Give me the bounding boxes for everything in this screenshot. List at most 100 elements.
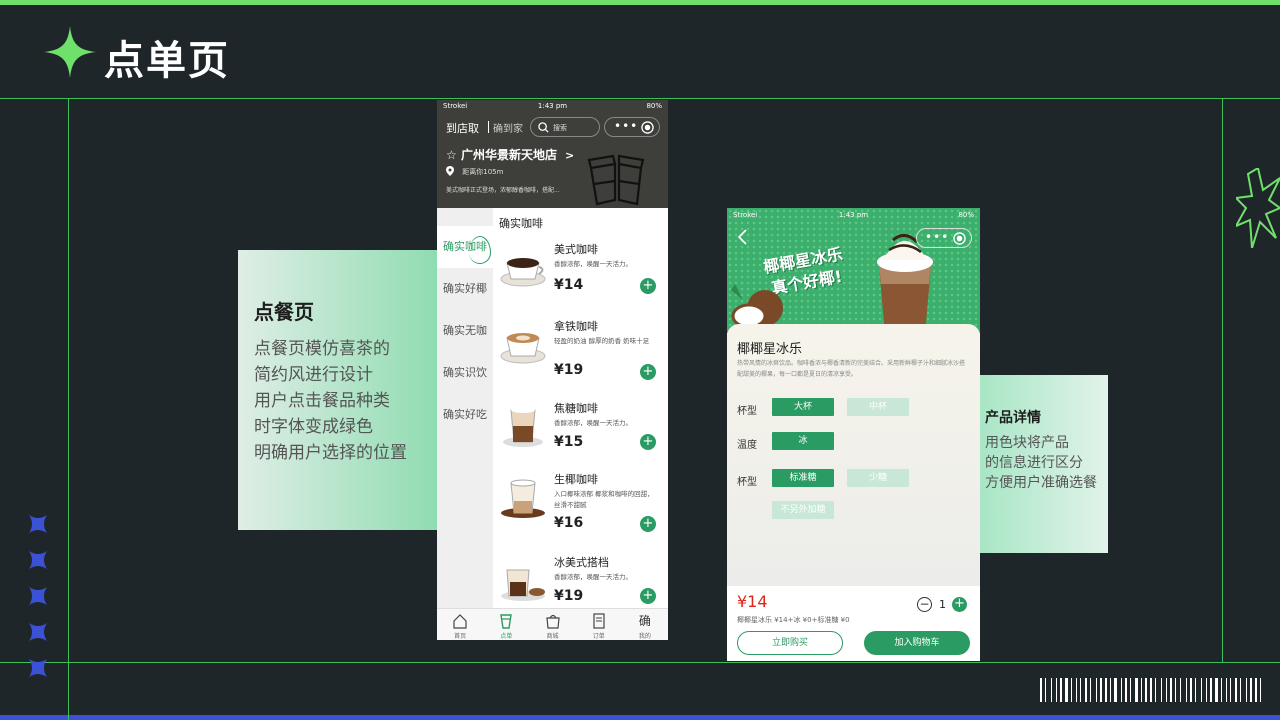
tab-label: 商城 (546, 633, 559, 640)
location-pin-icon (446, 166, 454, 176)
mini-program-capsule[interactable]: ••• (916, 228, 972, 248)
category-item[interactable]: 确实识饮 (437, 352, 493, 394)
add-to-cart-button[interactable]: 加入购物车 (864, 631, 970, 655)
tab-home[interactable]: 首页 (437, 609, 483, 640)
distance-text: 距离你105m (462, 168, 504, 176)
iced-americano-image (501, 569, 545, 601)
category-item[interactable]: 确实咖啡 (437, 226, 493, 268)
store-selector[interactable]: ☆ 广州华景新天地店 > (446, 146, 574, 163)
quantity-value: 1 (939, 598, 946, 611)
add-item-button[interactable]: + (640, 516, 656, 532)
home-icon (453, 614, 467, 629)
tab-label: 我的 (638, 633, 651, 640)
back-chevron-icon[interactable] (736, 228, 748, 246)
caramel-coffee-image (503, 407, 543, 447)
card-body: 用色块将产品 的信息进行区分 方便用户准确选餐 (985, 433, 1097, 493)
card-line: 用户点击餐品种类 (254, 391, 390, 411)
deco-star-icon (29, 587, 47, 605)
item-price: ¥14 (554, 277, 584, 293)
card-line: 用色块将产品 (985, 435, 1069, 451)
sparkle-icon (44, 26, 96, 78)
option-chip[interactable]: 中杯 (847, 398, 909, 416)
status-bar: Strokei 1:43 pm 80% (437, 100, 668, 112)
grid-line-top (0, 98, 1280, 99)
item-name: 冰美式搭档 (554, 556, 609, 569)
section-title: 确实咖啡 (499, 217, 543, 230)
card-line: 的信息进行区分 (985, 455, 1083, 471)
option-chip[interactable]: 标准糖 (772, 469, 834, 487)
chevron-right-icon: > (561, 149, 575, 162)
status-bar: Strokei 1:43 pm 80% (727, 208, 980, 222)
category-item[interactable]: 确实无咖 (437, 310, 493, 352)
bottom-tab-bar: 首页 点单 商城 订单 确 我的 (437, 608, 668, 640)
ordering-page-card: 点餐页 点餐页模仿喜茶的 简约风进行设计 用户点击餐品种类 时字体变成绿色 明确… (238, 250, 438, 530)
carrier-text: Strokei (733, 211, 758, 219)
tab-label: 首页 (454, 633, 467, 640)
tab-order[interactable]: 点单 (483, 609, 529, 640)
product-name: 椰椰星冰乐 (737, 342, 803, 357)
option-chip[interactable]: 大杯 (772, 398, 834, 416)
decrease-quantity-button[interactable]: − (917, 597, 932, 612)
increase-quantity-button[interactable]: + (952, 597, 967, 612)
search-input[interactable]: 搜索 (530, 117, 600, 137)
option-chip[interactable]: 冰 (772, 432, 834, 450)
card-line: 时字体变成绿色 (254, 417, 373, 437)
barcode-graphic (1040, 678, 1261, 702)
option-chip[interactable]: 不另外加糖 (772, 501, 834, 519)
option-label: 杯型 (737, 406, 757, 417)
grid-line-left (68, 98, 69, 720)
item-name: 拿铁咖啡 (554, 320, 598, 333)
tab-label: 订单 (592, 633, 605, 640)
coconut-image (731, 284, 783, 328)
close-target-icon[interactable] (953, 232, 966, 245)
tab-orders[interactable]: 订单 (576, 609, 622, 640)
card-line: 明确用户选择的位置 (254, 443, 407, 463)
product-detail-card: 产品详情 用色块将产品 的信息进行区分 方便用户准确选餐 (980, 375, 1108, 553)
cup-icon (500, 614, 513, 629)
item-desc: 入口椰味浓郁 椰浆和咖啡的回甜，丝滑不甜腻 (554, 490, 654, 509)
store-distance: 距离你105m (446, 166, 503, 177)
add-item-button[interactable]: + (640, 588, 656, 604)
menu-item[interactable]: 生椰咖啡 入口椰味浓郁 椰浆和咖啡的回甜，丝滑不甜腻 ¥16 + (493, 465, 668, 541)
menu-phone-screen: Strokei 1:43 pm 80% 到店取 确到家 搜索 ••• ☆ 广州华… (437, 100, 668, 640)
menu-item[interactable]: 美式咖啡 香醇浓郁，唤醒一天活力。 ¥14 + (493, 235, 668, 311)
category-item[interactable]: 确实好吃 (437, 394, 493, 436)
menu-item[interactable]: 拿铁咖啡 轻盈的奶油 醇厚的奶香 奶味十足 ¥19 + (493, 312, 668, 388)
item-desc: 香醇浓郁，唤醒一天活力。 (554, 260, 632, 268)
deco-star-icon (29, 623, 47, 641)
tab-profile[interactable]: 确 我的 (622, 609, 668, 640)
product-banner: Strokei 1:43 pm 80% 椰椰星冰乐 真个好椰! ••• (727, 208, 980, 334)
option-chip[interactable]: 少糖 (847, 469, 909, 487)
top-accent-bar (0, 0, 1280, 5)
grid-line-right (1222, 98, 1223, 662)
item-name: 生椰咖啡 (554, 473, 598, 486)
battery-text: 80% (958, 211, 974, 219)
selection-summary: 椰椰星冰乐 ¥14+冰 ¥0+标准糖 ¥0 (737, 616, 850, 624)
add-item-button[interactable]: + (640, 434, 656, 450)
carrier-text: Strokei (443, 102, 468, 110)
delivery-mode-tab[interactable]: 确到家 (493, 120, 523, 135)
product-detail-screen: Strokei 1:43 pm 80% 椰椰星冰乐 真个好椰! ••• 椰椰星冰… (727, 208, 980, 661)
option-label: 温度 (737, 440, 757, 451)
category-item[interactable]: 确实好椰 (437, 268, 493, 310)
search-placeholder: 搜索 (553, 124, 567, 132)
tab-mall[interactable]: 商城 (529, 609, 575, 640)
star-icon: ☆ (446, 148, 457, 162)
add-item-button[interactable]: + (640, 364, 656, 380)
more-icon[interactable]: ••• (614, 119, 638, 133)
card-line: 点餐页模仿喜茶的 (254, 339, 390, 359)
buy-now-button[interactable]: 立即购买 (737, 631, 843, 655)
item-price: ¥15 (554, 434, 584, 450)
close-target-icon[interactable] (641, 121, 654, 134)
search-icon (538, 122, 549, 133)
add-item-button[interactable]: + (640, 278, 656, 294)
menu-item[interactable]: 焦糖咖啡 香醇浓郁，唤醒一天活力。 ¥15 + (493, 394, 668, 470)
item-name: 美式咖啡 (554, 243, 598, 256)
deco-star-icon (29, 551, 47, 569)
mini-program-capsule[interactable]: ••• (604, 117, 660, 137)
pickup-mode-tab[interactable]: 到店取 (446, 120, 479, 136)
more-icon[interactable]: ••• (925, 230, 949, 244)
card-line: 简约风进行设计 (254, 365, 373, 385)
checkout-bar: ¥14 椰椰星冰乐 ¥14+冰 ¥0+标准糖 ¥0 − 1 + 立即购买 加入购… (727, 586, 980, 661)
item-desc: 香醇浓郁，唤醒一天活力。 (554, 573, 632, 581)
